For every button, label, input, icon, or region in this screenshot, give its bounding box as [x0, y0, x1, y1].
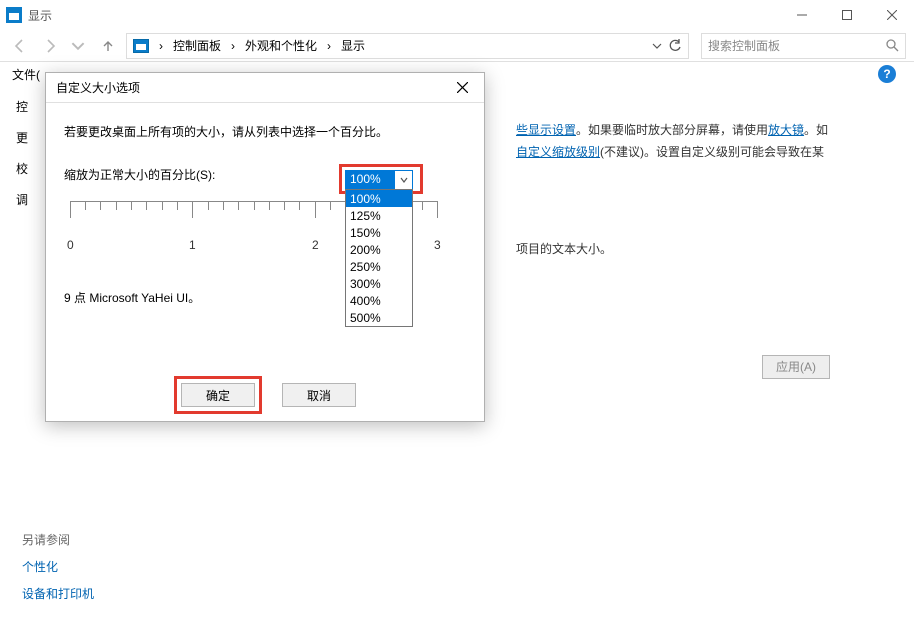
chevron-down-icon[interactable] — [394, 171, 412, 189]
menu-file[interactable]: 文件( — [12, 66, 40, 83]
option[interactable]: 400% — [346, 292, 412, 309]
display-settings-link[interactable]: 些显示设置 — [516, 123, 576, 137]
left-sidebar: 控 更 校 调 — [16, 86, 36, 208]
breadcrumb-item[interactable]: 控制面板 — [173, 37, 221, 54]
apply-button[interactable]: 应用(A) — [762, 355, 830, 379]
nav-up-button[interactable] — [96, 34, 120, 58]
chevron-down-icon[interactable] — [652, 41, 662, 51]
address-breadcrumb[interactable]: › 控制面板 › 外观和个性化 › 显示 — [126, 33, 689, 59]
see-also-section: 另请参阅 个性化 设备和打印机 — [22, 531, 94, 602]
search-icon — [886, 39, 899, 52]
navigation-bar: › 控制面板 › 外观和个性化 › 显示 搜索控制面板 — [0, 30, 914, 62]
see-also-label: 另请参阅 — [22, 531, 94, 548]
option[interactable]: 300% — [346, 275, 412, 292]
devices-printers-link[interactable]: 设备和打印机 — [22, 585, 94, 602]
custom-size-dialog: 自定义大小选项 若要更改桌面上所有项的大小，请从列表中选择一个百分比。 缩放为正… — [45, 72, 485, 422]
dialog-close-button[interactable] — [450, 76, 474, 100]
breadcrumb-item[interactable]: 显示 — [341, 37, 365, 54]
option[interactable]: 500% — [346, 309, 412, 326]
breadcrumb-item[interactable]: 外观和个性化 — [245, 37, 317, 54]
minimize-button[interactable] — [779, 0, 824, 30]
dialog-title: 自定义大小选项 — [56, 79, 140, 96]
nav-forward-button[interactable] — [38, 34, 62, 58]
selected-value: 100% — [346, 171, 394, 189]
ok-button[interactable]: 确定 — [181, 383, 255, 407]
cancel-button[interactable]: 取消 — [282, 383, 356, 407]
search-placeholder: 搜索控制面板 — [708, 37, 780, 54]
nav-back-button[interactable] — [8, 34, 32, 58]
sidebar-item[interactable]: 调 — [16, 191, 36, 208]
control-panel-icon — [133, 39, 149, 53]
window-titlebar: 显示 — [0, 0, 914, 30]
window-close-button[interactable] — [869, 0, 914, 30]
scale-dropdown-list[interactable]: 100% 125% 150% 200% 250% 300% 400% 500% — [345, 189, 413, 327]
refresh-icon[interactable] — [668, 39, 682, 53]
search-input[interactable]: 搜索控制面板 — [701, 33, 906, 59]
option[interactable]: 250% — [346, 258, 412, 275]
sidebar-item[interactable]: 更 — [16, 129, 36, 146]
personalization-link[interactable]: 个性化 — [22, 558, 94, 575]
sidebar-item[interactable]: 控 — [16, 98, 36, 115]
only-change-text: 项目的文本大小。 — [516, 242, 612, 256]
ok-highlight-box: 确定 — [174, 376, 262, 414]
scale-combobox[interactable]: 100% — [345, 170, 413, 190]
option[interactable]: 150% — [346, 224, 412, 241]
dialog-description: 若要更改桌面上所有项的大小，请从列表中选择一个百分比。 — [64, 123, 466, 140]
option[interactable]: 200% — [346, 241, 412, 258]
option[interactable]: 100% — [346, 190, 412, 207]
magnifier-link[interactable]: 放大镜 — [768, 123, 804, 137]
nav-history-button[interactable] — [66, 34, 90, 58]
option[interactable]: 125% — [346, 207, 412, 224]
sidebar-item[interactable]: 校 — [16, 160, 36, 177]
custom-scale-link[interactable]: 自定义缩放级别 — [516, 145, 600, 159]
help-icon[interactable]: ? — [878, 65, 896, 83]
display-icon — [6, 7, 22, 23]
window-title: 显示 — [28, 7, 52, 24]
dialog-titlebar: 自定义大小选项 — [46, 73, 484, 103]
maximize-button[interactable] — [824, 0, 869, 30]
scale-label: 缩放为正常大小的百分比(S): — [64, 166, 215, 183]
